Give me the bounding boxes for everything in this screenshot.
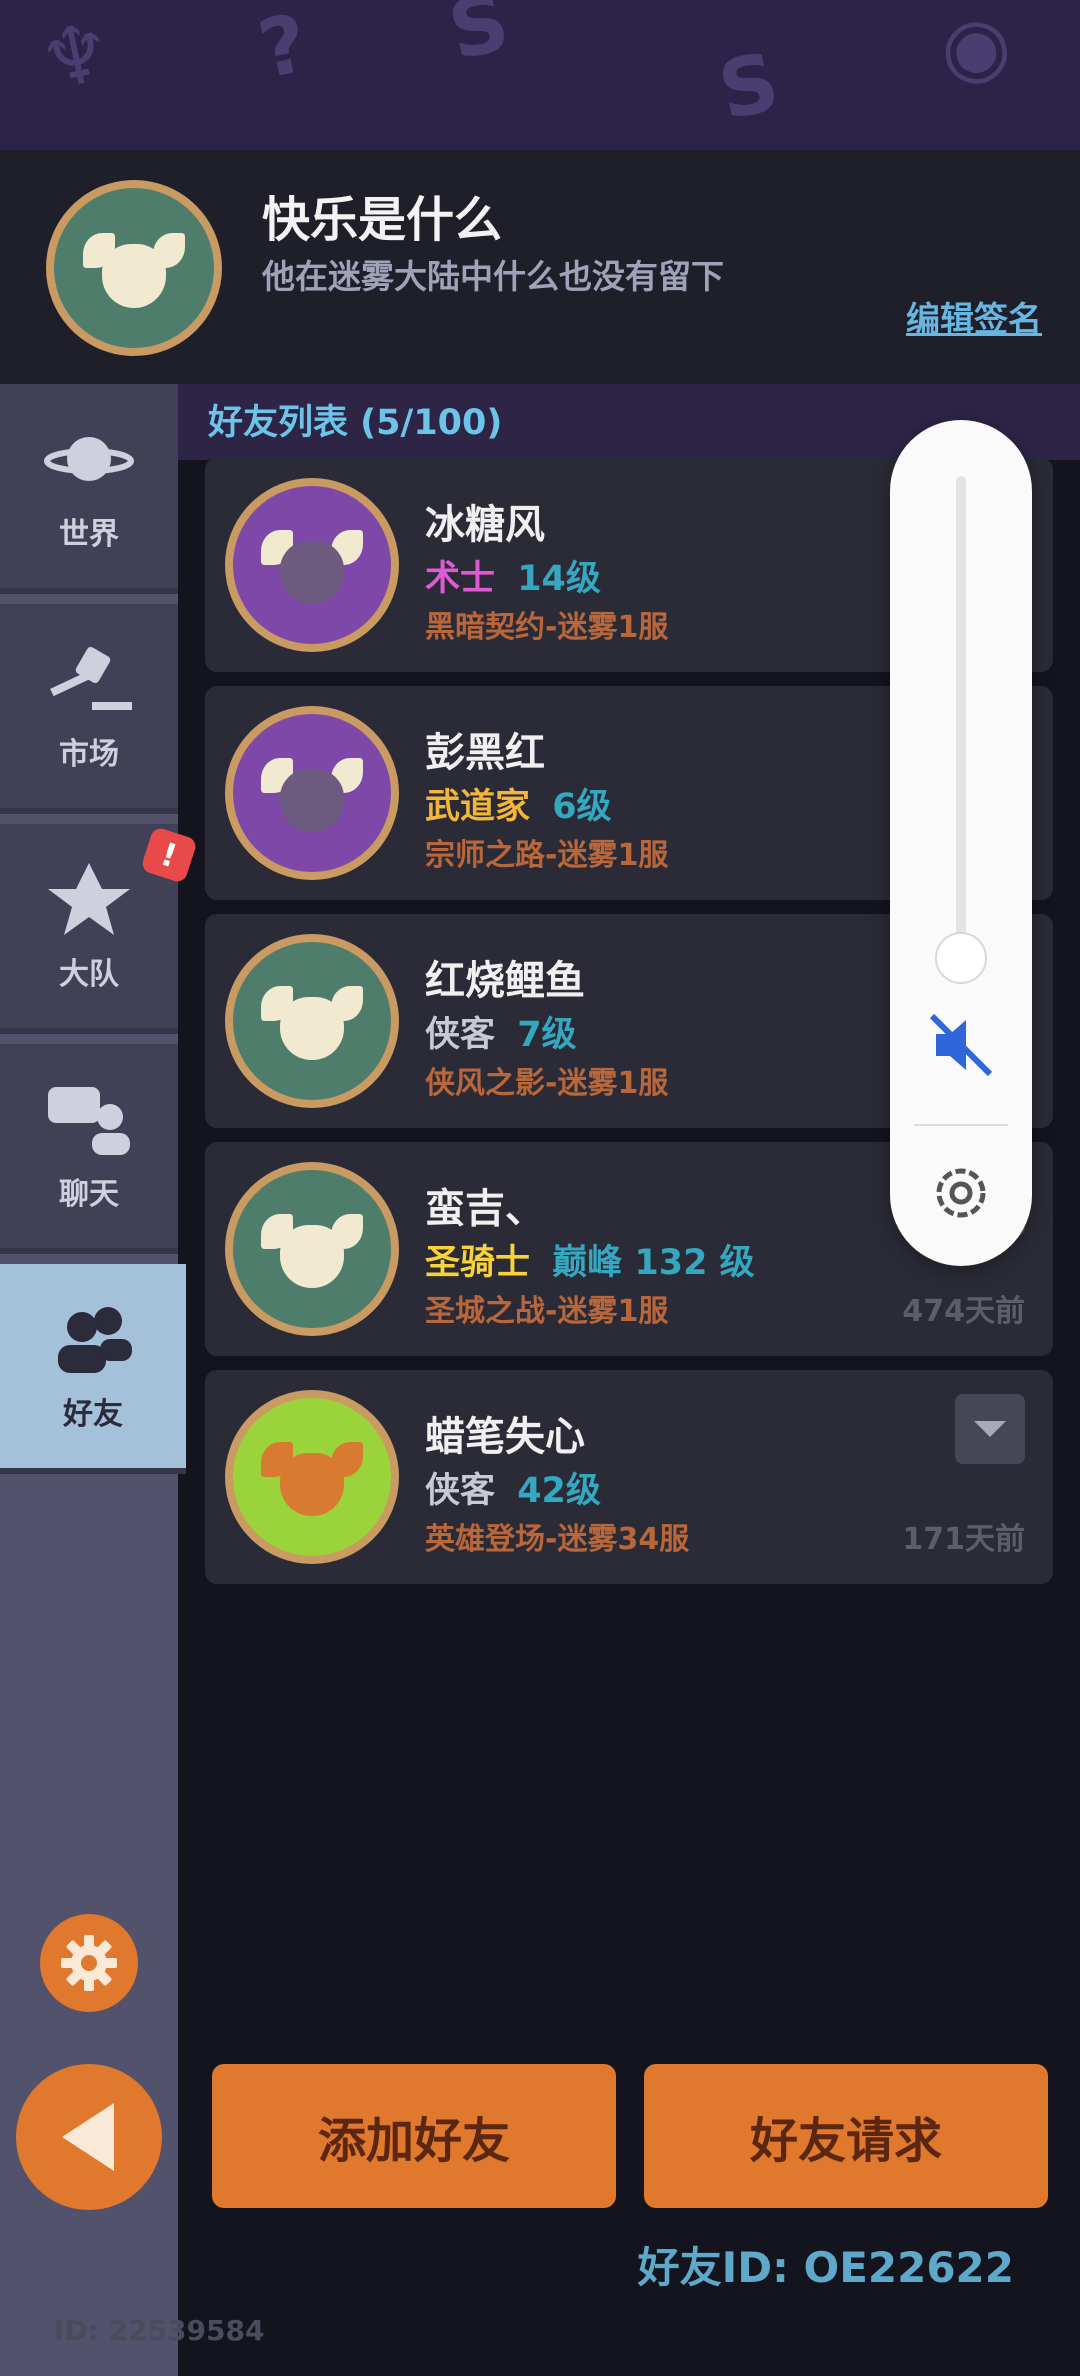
friend-level: 42级: [517, 1471, 601, 1511]
add-friend-button[interactable]: 添加好友: [212, 2064, 616, 2208]
settings-button[interactable]: [40, 1914, 138, 2012]
profile-avatar[interactable]: [46, 180, 222, 356]
volume-slider-handle[interactable]: [935, 932, 987, 984]
edit-signature-link[interactable]: 编辑签名: [906, 292, 1042, 341]
friend-id-label: 好友ID: OE22622: [637, 2243, 1014, 2292]
profile-signature: 他在迷雾大陆中什么也没有留下: [262, 257, 724, 296]
friend-name: 蜡笔失心: [425, 1414, 585, 1460]
friend-class: 武道家: [425, 787, 531, 827]
friend-avatar[interactable]: [225, 1162, 399, 1336]
friend-class: 侠客: [425, 1471, 496, 1511]
friend-level: 6级: [552, 787, 612, 827]
guild-icon: [44, 859, 134, 939]
friend-requests-button[interactable]: 好友请求: [644, 2064, 1048, 2208]
sidebar-item-label: 聊天: [59, 1177, 119, 1212]
friend-name: 蛮吉、: [425, 1186, 545, 1232]
sidebar-item-label: 大队: [59, 957, 119, 992]
friend-last-online: 474天前: [902, 1294, 1025, 1329]
sidebar-item-label: 好友: [63, 1397, 123, 1432]
sidebar-item-label: 世界: [59, 517, 119, 552]
chat-icon: [44, 1079, 134, 1159]
sidebar-item-label: 市场: [59, 737, 119, 772]
sidebar-item-chat[interactable]: 聊天: [0, 1044, 178, 1254]
friend-options-dropdown[interactable]: [955, 1394, 1025, 1464]
friend-server: 黑暗契约-迷雾1服: [425, 610, 669, 645]
gear-icon: [936, 1168, 986, 1218]
chevron-down-icon: [974, 1421, 1006, 1437]
friend-class-level: 侠客 42级: [425, 1462, 601, 1513]
friend-list-title: 好友列表 (5/100): [208, 403, 503, 443]
friend-class: 圣骑士: [425, 1243, 531, 1283]
sidebar-item-market[interactable]: 市场: [0, 604, 178, 814]
friend-avatar[interactable]: [225, 934, 399, 1108]
friend-avatar[interactable]: [225, 706, 399, 880]
friend-class-level: 术士 14级: [425, 550, 601, 601]
back-button[interactable]: [16, 2064, 162, 2210]
planet-icon: [44, 419, 134, 499]
volume-panel: [890, 420, 1032, 1266]
friend-last-online: 171天前: [902, 1522, 1025, 1557]
friend-class-level: 武道家 6级: [425, 778, 612, 829]
friend-avatar[interactable]: [225, 1390, 399, 1564]
friend-server: 宗师之路-迷雾1服: [425, 838, 669, 873]
speaker-muted-icon: [929, 1013, 993, 1077]
friend-name: 冰糖风: [425, 502, 545, 548]
back-arrow-icon: [62, 2103, 114, 2171]
top-banner-background: ♆ ? S S ◉: [0, 0, 1080, 150]
gear-icon: [61, 1935, 117, 1991]
user-id-label: ID: 22539584: [54, 2314, 265, 2347]
friend-card[interactable]: 蜡笔失心 侠客 42级 英雄登场-迷雾34服 171天前: [205, 1370, 1053, 1584]
friend-level: 巅峰 132 级: [552, 1243, 755, 1283]
friend-class-level: 侠客 7级: [425, 1006, 577, 1057]
friend-class-level: 圣骑士 巅峰 132 级: [425, 1234, 755, 1285]
friend-class: 术士: [425, 559, 496, 599]
volume-slider[interactable]: [956, 476, 966, 960]
friend-level: 14级: [517, 559, 601, 599]
friend-level: 7级: [517, 1015, 577, 1055]
friend-avatar[interactable]: [225, 478, 399, 652]
friends-icon: [48, 1299, 138, 1379]
friend-server: 圣城之战-迷雾1服: [425, 1294, 669, 1329]
friend-server: 侠风之影-迷雾1服: [425, 1066, 669, 1101]
sound-settings-button[interactable]: [926, 1158, 996, 1228]
friend-name: 红烧鲤鱼: [425, 958, 585, 1004]
mute-button[interactable]: [926, 1010, 996, 1080]
gavel-icon: [44, 639, 134, 719]
divider: [914, 1124, 1008, 1126]
friend-class: 侠客: [425, 1015, 496, 1055]
profile-name: 快乐是什么: [262, 192, 503, 248]
friend-server: 英雄登场-迷雾34服: [425, 1522, 690, 1557]
sidebar-item-friends[interactable]: 好友: [0, 1264, 186, 1474]
friend-name: 彭黑红: [425, 730, 545, 776]
sidebar-item-world[interactable]: 世界: [0, 384, 178, 594]
